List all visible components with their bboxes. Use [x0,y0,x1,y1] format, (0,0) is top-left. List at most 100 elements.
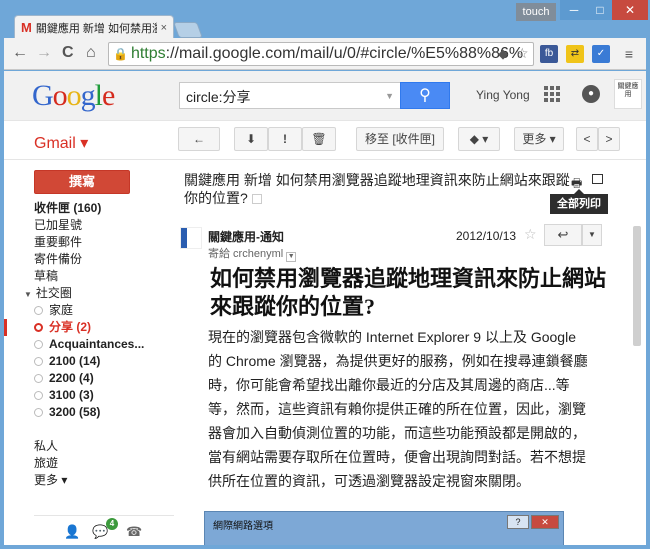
sidebar-item [4,421,174,438]
sidebar-item[interactable]: 2100 (14) [4,353,174,370]
labels-button[interactable]: ◆ ▾ [458,127,500,151]
sidebar-item-label: 私人 [34,439,59,453]
next-conversation-button[interactable]: > [598,127,620,151]
address-bar[interactable]: 🔒 https ://mail.google.com/mail/u/0/#cir… [108,42,534,66]
message-date: 2012/10/13 [456,229,517,243]
label-tag-icon[interactable] [251,194,262,204]
sidebar-item[interactable]: 更多 ▾ [4,472,174,489]
gmail-favicon-icon: M [21,20,32,35]
back-to-list-button[interactable]: ← [178,127,220,151]
sidebar-item[interactable]: 草稿 [4,268,174,285]
sidebar-item-label: 收件匣 (160) [34,201,102,215]
extension-check-icon[interactable]: ✓ [592,45,610,63]
search-icon: ⚲ [419,87,431,104]
message-more-button[interactable]: ▼ [582,224,602,246]
sidebar-item-label: 草稿 [34,269,59,283]
search-input[interactable]: circle:分享 ▼ [179,82,401,109]
phone-icon[interactable]: ☎ [126,524,142,540]
sidebar-item-label: 寄件備份 [34,252,83,266]
minimize-button[interactable]: ─ [560,0,588,20]
message-subject: 關鍵應用 新增 如何禁用瀏覽器追蹤地理資訊來防止網站來跟蹤你的位置? [184,171,574,207]
sidebar-item-label: 旅遊 [34,456,59,470]
close-window-button[interactable]: ✕ [612,0,648,20]
sidebar-bottom-bar: 👤 💬 4 ☎ [34,515,174,545]
browser-toolbar: ← → C ⌂ 🔒 https ://mail.google.com/mail/… [4,38,646,70]
chevron-down-icon: ▼ [588,230,596,239]
circle-icon [34,357,43,366]
contacts-icon[interactable]: 👤 [64,524,80,540]
sidebar-item[interactable]: 3100 (3) [4,387,174,404]
sidebar-item-label: Acquaintances... [49,337,145,351]
message-scrollbar[interactable] [630,224,644,544]
sidebar-item-label: 3100 (3) [49,388,94,402]
facebook-extension-icon[interactable]: fb [540,45,558,63]
circle-icon [34,391,43,400]
prev-conversation-button[interactable]: < [576,127,598,151]
browser-tab[interactable]: M 關鍵應用 新增 如何禁用瀏 × [14,15,174,39]
sidebar-item[interactable]: 家庭 [4,302,174,319]
sidebar-item-label: 社交圈 [35,286,72,300]
sidebar-item[interactable]: Acquaintances... [4,336,174,353]
archive-button[interactable]: ⬇ [234,127,268,151]
sidebar-item[interactable]: 旅遊 [4,455,174,472]
back-arrow-icon[interactable]: ← [12,44,28,62]
search-options-icon[interactable]: ▼ [385,91,394,101]
forward-arrow-icon[interactable]: → [36,44,52,62]
maximize-button[interactable]: □ [586,0,614,20]
sidebar-item-label: 家庭 [49,303,74,317]
move-to-inbox-button[interactable]: 移至 [收件匣] [356,127,444,151]
sender-name[interactable]: 關鍵應用-通知 [208,228,284,245]
sidebar-item[interactable]: 3200 (58) [4,404,174,421]
sidebar-item[interactable]: ▼ 社交圈 [4,285,174,302]
touch-label: touch [516,3,556,21]
sidebar-item-label: 2200 (4) [49,371,94,385]
search-value: circle:分享 [186,89,251,105]
sidebar-item[interactable]: 寄件備份 [4,251,174,268]
home-icon[interactable]: ⌂ [86,44,96,62]
url-text: ://mail.google.com/mail/u/0/#circle/%E5%… [165,45,524,62]
subject-text: 關鍵應用 新增 如何禁用瀏覽器追蹤地理資訊來防止網站來跟蹤你的位置? [184,172,570,206]
gmail-menu[interactable]: Gmail ▾ [34,133,88,153]
dialog-title: 網際網路選項 [213,521,273,532]
sidebar-item[interactable]: 已加星號 [4,217,174,234]
apps-grid-icon[interactable] [544,86,560,102]
sidebar-item[interactable]: 私人 [4,438,174,455]
avatar[interactable]: 關鍵應用 [614,79,642,109]
report-spam-button[interactable]: ! [268,127,302,151]
recipient-details-icon[interactable]: ▼ [286,252,297,262]
sidebar-item-label: 2100 (14) [49,354,101,368]
url-scheme: https [130,45,166,62]
star-icon[interactable]: ☆ [524,226,537,243]
expand-triangle-icon[interactable]: ▼ [24,286,32,302]
menu-icon[interactable]: ≡ [620,45,638,63]
sidebar-item[interactable]: 2200 (4) [4,370,174,387]
tab-close-icon[interactable]: × [161,22,167,34]
reply-button[interactable]: ↩ [544,224,582,246]
bookmark-icon[interactable]: ◆ [498,46,508,62]
gmail-page: Google circle:分享 ▼ ⚲ Ying Yong ● 關鍵應用 Gm… [4,71,646,545]
tab-title: 關鍵應用 新增 如何禁用瀏 [35,22,157,35]
sidebar-item-label: 分享 (2) [49,320,92,334]
sidebar-item[interactable]: 分享 (2) [4,319,174,336]
new-window-icon[interactable] [592,174,603,184]
header-divider [4,159,646,160]
sidebar-item-label: 重要郵件 [34,235,83,249]
sidebar-item[interactable]: 收件匣 (160) [4,200,174,217]
star-bookmark-icon[interactable]: ☆ [516,45,529,62]
extension-icon[interactable]: ⇄ [566,45,584,63]
more-actions-button[interactable]: 更多 ▾ [514,127,564,151]
notifications-icon[interactable]: ● [582,85,600,103]
search-button[interactable]: ⚲ [400,82,450,109]
google-logo[interactable]: Google [32,79,115,113]
recipient-line: 寄給 crchenyml ▼ [208,245,297,262]
username[interactable]: Ying Yong [476,88,530,102]
new-tab-button[interactable] [173,22,203,38]
sidebar-item[interactable]: 重要郵件 [4,234,174,251]
circle-icon [34,340,43,349]
reload-icon[interactable]: C [62,44,74,62]
dialog-close-icon: ✕ [531,515,559,529]
compose-button[interactable]: 撰寫 [34,170,130,194]
dialog-help-icon: ? [507,515,529,529]
delete-button[interactable]: 🗑 [302,127,336,151]
scrollbar-thumb[interactable] [633,226,641,346]
